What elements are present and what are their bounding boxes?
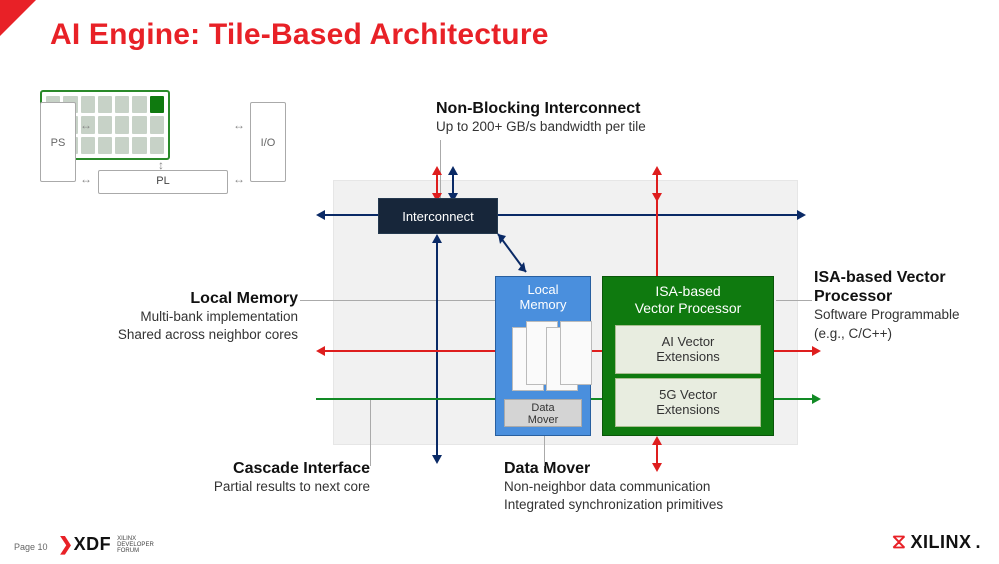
xilinx-text: XILINX bbox=[910, 532, 971, 553]
xdf-logo: ❯XDF XILINX DEVELOPER FORUM bbox=[58, 534, 154, 555]
data-mover-block: Data Mover bbox=[504, 399, 582, 427]
cascade-callout: Cascade Interface Partial results to nex… bbox=[160, 460, 370, 496]
xilinx-logo: ⧖ XILINX. bbox=[892, 531, 981, 554]
cascade-text: Partial results to next core bbox=[160, 478, 370, 496]
vecproc-text2: (e.g., C/C++) bbox=[814, 325, 994, 343]
double-arrow-icon: ↔ bbox=[233, 172, 245, 186]
double-arrow-v-icon: ↕ bbox=[158, 158, 164, 172]
double-arrow-icon: ↔ bbox=[80, 172, 92, 186]
datamover-text2: Integrated synchronization primitives bbox=[504, 496, 764, 514]
leader-line bbox=[370, 400, 371, 466]
localmem-text2: Shared across neighbor cores bbox=[82, 326, 298, 344]
datamover-text1: Non-neighbor data communication bbox=[504, 478, 764, 496]
ai-vector-ext: AI Vector Extensions bbox=[615, 325, 761, 374]
leader-line bbox=[300, 300, 496, 301]
overview-io-label: I/O bbox=[251, 103, 285, 149]
xdf-subtitle: XILINX DEVELOPER FORUM bbox=[117, 536, 154, 554]
localmem-text1: Multi-bank implementation bbox=[82, 308, 298, 326]
chevron-icon: ❯ bbox=[58, 534, 74, 554]
overview-ps-box: PS bbox=[40, 102, 76, 182]
vector-processor-block: ISA-based Vector Processor AI Vector Ext… bbox=[602, 276, 774, 436]
vecproc-callout: ISA-based Vector Processor Software Prog… bbox=[814, 268, 994, 343]
nonblocking-heading: Non-Blocking Interconnect bbox=[436, 100, 696, 118]
memory-banks bbox=[506, 317, 580, 395]
slide-title: AI Engine: Tile-Based Architecture bbox=[50, 18, 549, 52]
double-arrow-icon: ↔ bbox=[80, 118, 92, 132]
memory-bank-icon bbox=[560, 321, 592, 385]
overview-pl-box: PL bbox=[98, 170, 228, 194]
overview-io-box: I/O bbox=[250, 102, 286, 182]
datamover-heading: Data Mover bbox=[504, 460, 764, 478]
overview-pl-label: PL bbox=[156, 175, 169, 187]
cascade-heading: Cascade Interface bbox=[160, 460, 370, 478]
localmem-heading: Local Memory bbox=[82, 290, 298, 308]
local-memory-title: Local Memory bbox=[496, 277, 590, 315]
nonblocking-callout: Non-Blocking Interconnect Up to 200+ GB/… bbox=[436, 100, 696, 136]
leader-line bbox=[776, 300, 812, 301]
corner-accent bbox=[0, 0, 36, 36]
overview-highlighted-tile bbox=[150, 96, 164, 113]
5g-vector-ext: 5G Vector Extensions bbox=[615, 378, 761, 427]
page-number: Page 10 bbox=[14, 542, 48, 552]
nonblocking-text: Up to 200+ GB/s bandwidth per tile bbox=[436, 118, 696, 136]
interconnect-label: Interconnect bbox=[402, 209, 474, 224]
overview-ps-label: PS bbox=[41, 103, 75, 149]
local-memory-block: Local Memory Data Mover bbox=[495, 276, 591, 436]
xilinx-mark-icon: ⧖ bbox=[892, 531, 907, 554]
double-arrow-icon: ↔ bbox=[233, 118, 245, 132]
interconnect-block: Interconnect bbox=[378, 198, 498, 234]
xdf-logo-text: ❯XDF bbox=[58, 534, 111, 555]
vecproc-text1: Software Programmable bbox=[814, 306, 994, 324]
vector-processor-title: ISA-based Vector Processor bbox=[603, 277, 773, 321]
datamover-callout: Data Mover Non-neighbor data communicati… bbox=[504, 460, 764, 514]
overview-diagram: PS I/O PL ↔ ↔ ↔ ↔ ↕ bbox=[40, 90, 290, 210]
localmem-callout: Local Memory Multi-bank implementation S… bbox=[82, 290, 298, 344]
vecproc-heading: ISA-based Vector Processor bbox=[814, 268, 994, 306]
leader-line bbox=[544, 436, 545, 466]
